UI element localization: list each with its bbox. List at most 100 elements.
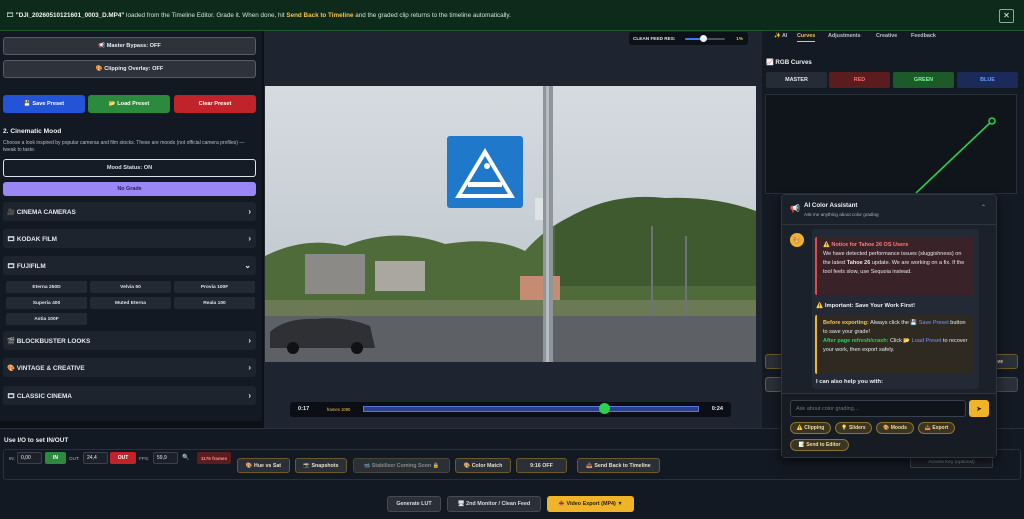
street-scene-image bbox=[265, 86, 756, 362]
video-frame bbox=[265, 86, 756, 362]
notification-banner: 🎞 "DJI_20260510121601_0003_D.MP4" loaded… bbox=[0, 0, 1024, 31]
film-astia-100f[interactable]: Astia 100F bbox=[6, 313, 87, 325]
before-label: Before exporting: bbox=[823, 320, 869, 326]
time-end: 0:24 bbox=[711, 406, 723, 412]
film-muted-eterna[interactable]: Muted Eterna bbox=[90, 297, 171, 309]
clean-feed-slider-knob[interactable] bbox=[699, 35, 707, 42]
channel-red-button[interactable]: RED bbox=[829, 72, 890, 88]
banner-filename: "DJI_20260510121601_0003_D.MP4" bbox=[15, 12, 125, 19]
curve-graph bbox=[915, 117, 996, 194]
video-export-button[interactable]: 📤 Video Export (MP4) ▼ bbox=[547, 496, 634, 512]
category-kodak-film[interactable]: 🎞 KODAK FILM › bbox=[3, 229, 256, 248]
film-eterna-250d[interactable]: Eterna 250D bbox=[6, 281, 87, 293]
chevron-right-icon: › bbox=[248, 336, 251, 345]
left-panel: 📢 Master Bypass: OFF 🎨 Clipping Overlay:… bbox=[0, 31, 262, 421]
fps-label: FPS: bbox=[139, 456, 150, 461]
tab-creative[interactable]: Creative bbox=[876, 33, 897, 39]
clean-feed-res-control: CLEAN FEED RES: 1% bbox=[629, 32, 748, 45]
generate-lut-button[interactable]: Generate LUT bbox=[387, 496, 441, 512]
category-fujifilm[interactable]: 🎞 FUJIFILM ⌄ bbox=[3, 256, 256, 275]
color-match-button[interactable]: 🎨 Color Match bbox=[455, 458, 511, 473]
category-label: 🎨 VINTAGE & CREATIVE bbox=[7, 364, 85, 372]
curve-editor[interactable] bbox=[765, 94, 1017, 194]
snapshots-button[interactable]: 📸 Snapshots bbox=[295, 458, 347, 473]
channel-master-button[interactable]: MASTER bbox=[766, 72, 827, 88]
send-button[interactable]: ➤ bbox=[969, 400, 989, 417]
in-label: IN: bbox=[9, 456, 15, 461]
set-in-button[interactable]: IN bbox=[45, 452, 66, 464]
playhead-handle[interactable] bbox=[599, 403, 611, 414]
timeline-scrubber: 0:17 frames 1080 0:24 bbox=[290, 402, 731, 417]
after-text-1: Click 📂 bbox=[888, 338, 912, 344]
category-label: 🎞 KODAK FILM bbox=[7, 235, 58, 243]
mood-status-button[interactable]: Mood Status: ON bbox=[3, 159, 256, 177]
important-heading: ⚠️ Important: Save Your Work First! bbox=[816, 303, 916, 309]
film-provia-100f[interactable]: Provia 100F bbox=[174, 281, 255, 293]
second-monitor-button[interactable]: 🖥 2nd Monitor / Clean Feed bbox=[447, 496, 541, 512]
stabilizer-button: 📹 Stabilizer Coming Soon 🔒 bbox=[353, 458, 450, 473]
section-title: 2. Cinematic Mood bbox=[3, 128, 62, 135]
clipping-overlay-button[interactable]: 🎨 Clipping Overlay: OFF bbox=[3, 60, 256, 78]
film-reala-100[interactable]: Reala 100 bbox=[174, 297, 255, 309]
category-cinema-cameras[interactable]: 🎥 CINEMA CAMERAS › bbox=[3, 202, 256, 221]
no-grade-button[interactable]: No Grade bbox=[3, 182, 256, 196]
in-value-field[interactable]: 0,00 bbox=[17, 452, 42, 464]
chip-export[interactable]: 📤 Export bbox=[918, 422, 955, 434]
out-value-field[interactable]: 24,4 bbox=[83, 452, 108, 464]
assistant-divider bbox=[782, 224, 996, 225]
notice-title: ⚠️ Notice for Tahoe 26 OS Users bbox=[823, 242, 909, 248]
chevron-right-icon: › bbox=[248, 363, 251, 372]
hue-vs-sat-button[interactable]: 🎨 Hue vs Sat bbox=[237, 458, 290, 473]
time-start: 0:17 bbox=[298, 406, 310, 412]
film-velvia-50[interactable]: Velvia 50 bbox=[90, 281, 171, 293]
search-icon[interactable]: 🔍 bbox=[182, 454, 189, 461]
tab-ai[interactable]: ✨ AI bbox=[774, 33, 787, 39]
ai-assistant-panel: 📢 AI Color Assistant Ask me anything abo… bbox=[781, 194, 997, 458]
clear-preset-button[interactable]: Clear Preset bbox=[174, 95, 256, 113]
timeline-track[interactable] bbox=[363, 406, 699, 412]
frame-count-badge: 1176 frames bbox=[197, 452, 231, 464]
channel-green-button[interactable]: GREEN bbox=[893, 72, 954, 88]
category-label: 🎬 BLOCKBUSTER LOOKS bbox=[7, 337, 91, 345]
assistant-input[interactable] bbox=[790, 400, 966, 417]
category-label: 🎞 CLASSIC CINEMA bbox=[7, 392, 72, 400]
clean-feed-label: CLEAN FEED RES: bbox=[633, 36, 676, 41]
frames-label: frames 1080 bbox=[327, 407, 351, 412]
chip-clipping[interactable]: ⚠️ Clipping bbox=[790, 422, 831, 434]
load-preset-button[interactable]: 📂 Load Preset bbox=[88, 95, 170, 113]
tab-adjustments[interactable]: Adjustments bbox=[828, 33, 861, 39]
load-preset-link[interactable]: Load Preset bbox=[912, 338, 942, 344]
send-back-to-timeline-button[interactable]: 📤 Send Back to Timeline bbox=[577, 458, 660, 473]
chip-moods[interactable]: 🎨 Moods bbox=[876, 422, 914, 434]
assistant-avatar: 🎨 bbox=[790, 233, 804, 247]
curve-point[interactable] bbox=[988, 117, 996, 125]
category-vintage-creative[interactable]: 🎨 VINTAGE & CREATIVE › bbox=[3, 358, 256, 377]
set-out-button[interactable]: OUT bbox=[110, 452, 136, 464]
category-label: 🎞 FUJIFILM bbox=[7, 262, 46, 270]
tab-curves[interactable]: Curves bbox=[797, 33, 816, 42]
save-preset-button[interactable]: 💾 Save Preset bbox=[3, 95, 85, 113]
fps-value-field[interactable]: 59,9 bbox=[153, 452, 178, 464]
chevron-down-icon: ⌄ bbox=[244, 261, 251, 270]
clean-feed-slider[interactable] bbox=[685, 35, 725, 42]
banner-text-2: and the graded clip returns to the timel… bbox=[353, 12, 511, 19]
tab-feedback[interactable]: Feedback bbox=[911, 33, 936, 39]
category-blockbuster-looks[interactable]: 🎬 BLOCKBUSTER LOOKS › bbox=[3, 331, 256, 350]
film-icon: 🎞 bbox=[6, 12, 16, 19]
banner-text: 🎞 "DJI_20260510121601_0003_D.MP4" loaded… bbox=[6, 11, 511, 19]
after-label: After page refresh/crash: bbox=[823, 338, 889, 344]
chevron-right-icon: › bbox=[248, 234, 251, 243]
save-preset-link[interactable]: Save Preset bbox=[919, 320, 949, 326]
channel-blue-button[interactable]: BLUE bbox=[957, 72, 1018, 88]
chevron-right-icon: › bbox=[248, 391, 251, 400]
chip-send-to-editor[interactable]: 📝 Send to Editor bbox=[790, 439, 849, 451]
chip-sliders[interactable]: 💡 Sliders bbox=[835, 422, 872, 434]
save-tips: Before exporting: Always click the 💾 Sav… bbox=[815, 315, 973, 374]
aspect-916-toggle[interactable]: 9:16 OFF bbox=[516, 458, 567, 473]
category-classic-cinema[interactable]: 🎞 CLASSIC CINEMA › bbox=[3, 386, 256, 405]
collapse-icon[interactable]: ⌃ bbox=[981, 204, 986, 211]
film-superia-400[interactable]: Superia 400 bbox=[6, 297, 87, 309]
close-banner-button[interactable]: ✕ bbox=[999, 9, 1014, 23]
master-bypass-button[interactable]: 📢 Master Bypass: OFF bbox=[3, 37, 256, 55]
category-label: 🎥 CINEMA CAMERAS bbox=[7, 208, 76, 216]
